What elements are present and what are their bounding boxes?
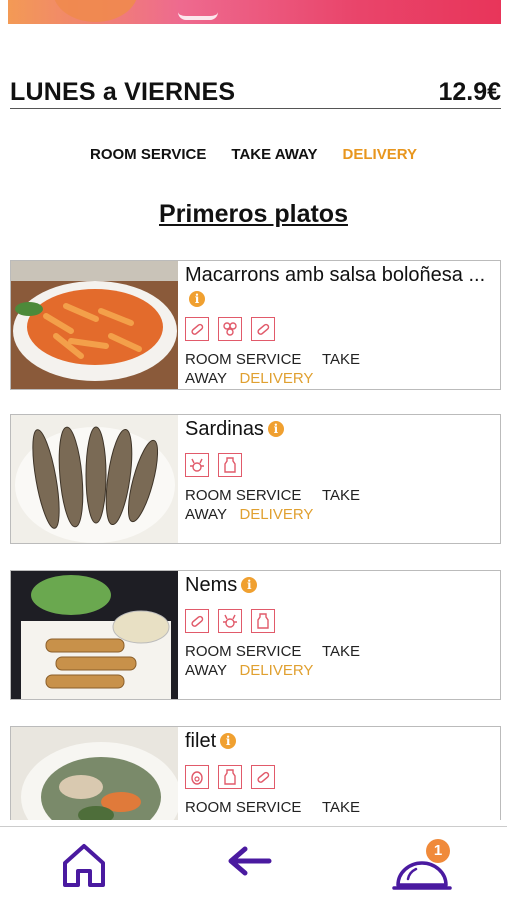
gluten-icon[interactable] — [185, 317, 209, 341]
dish-title: Nems — [185, 574, 238, 596]
info-icon[interactable]: i — [220, 733, 237, 749]
egg-icon[interactable] — [185, 765, 209, 789]
top-banner — [8, 0, 501, 24]
dish-title: Sardinas — [185, 418, 264, 440]
gluten-icon[interactable] — [251, 765, 275, 789]
dish-photo-filet — [11, 727, 178, 820]
info-icon[interactable]: i — [241, 577, 258, 593]
menu-header: LUNES a VIERNES 12.9€ — [10, 76, 501, 109]
dish-card[interactable]: filet i ROOM SERVICE TAKE — [10, 726, 501, 820]
dish-card[interactable]: Macarrons amb salsa boloñesa ... i ROOM S… — [10, 260, 501, 390]
dish-title: filet — [185, 730, 217, 752]
milk-icon[interactable] — [251, 609, 275, 633]
crustacean-icon[interactable] — [185, 453, 209, 477]
info-icon[interactable]: i — [189, 291, 205, 307]
crustacean-icon[interactable] — [218, 609, 242, 633]
filter-room-service[interactable]: ROOM SERVICE — [90, 146, 206, 163]
mollusc-icon[interactable] — [218, 317, 242, 341]
service-availability: ROOM SERVICE TAKE — [185, 799, 361, 816]
menu-price: 12.9€ — [438, 77, 501, 106]
dish-list[interactable]: Macarrons amb salsa boloñesa ... i ROOM S… — [10, 258, 501, 820]
service-availability: ROOM SERVICE TAKE AWAY DELIVERY — [185, 351, 361, 387]
section-title: Primeros platos — [159, 200, 348, 228]
milk-icon[interactable] — [218, 765, 242, 789]
gluten-icon[interactable] — [251, 317, 275, 341]
dish-card[interactable]: Sardinas i ROOM SERVICE TAKE AWAY DELIVER… — [10, 414, 501, 544]
service-availability: ROOM SERVICE TAKE AWAY DELIVERY — [185, 643, 361, 679]
dish-photo-pasta — [11, 261, 178, 389]
cart-badge: 1 — [426, 839, 450, 863]
filter-take-away[interactable]: TAKE AWAY — [231, 146, 317, 163]
menu-name: LUNES a VIERNES — [10, 77, 236, 106]
bottom-nav — [0, 826, 507, 901]
dish-photo-sardines — [11, 415, 178, 543]
dish-photo-nems — [11, 571, 178, 699]
service-availability: ROOM SERVICE TAKE AWAY DELIVERY — [185, 487, 361, 523]
filter-delivery[interactable]: DELIVERY — [343, 146, 417, 163]
info-icon[interactable]: i — [267, 421, 284, 437]
home-icon[interactable] — [59, 841, 109, 891]
milk-icon[interactable] — [218, 453, 242, 477]
dish-title: Macarrons amb salsa boloñesa ... — [185, 264, 486, 286]
dish-card[interactable]: Nems i ROOM SERVICE TAKE AWAY DELIVERY — [10, 570, 501, 700]
back-arrow-icon[interactable] — [223, 841, 273, 891]
service-filters: ROOM SERVICE TAKE AWAY DELIVERY — [0, 146, 507, 163]
gluten-icon[interactable] — [185, 609, 209, 633]
